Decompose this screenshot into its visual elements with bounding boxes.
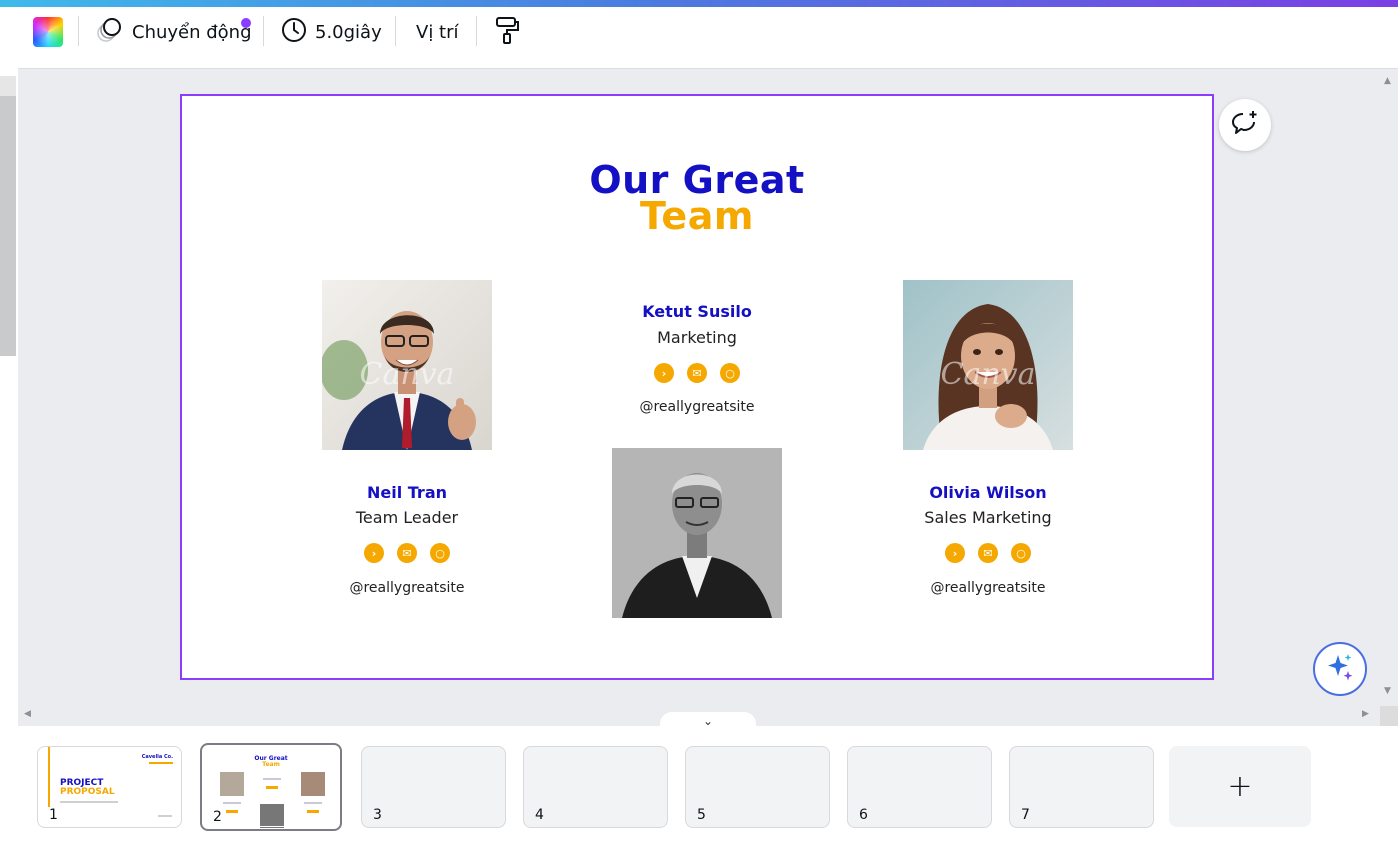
member-role[interactable]: Marketing [597, 328, 797, 347]
member-photo-ketut[interactable] [612, 448, 782, 618]
thumb-icon-row [226, 810, 238, 813]
magic-assistant-button[interactable] [1313, 642, 1367, 696]
clock-icon [281, 17, 307, 48]
duration-button[interactable]: 5.0giây [281, 14, 382, 50]
thumb-brand: Cavella Co. [141, 754, 173, 760]
thumb-photo [220, 772, 244, 796]
member-handle[interactable]: @reallygreatsite [307, 580, 507, 596]
thumb-text-line [304, 802, 322, 804]
member-social-icons: › ✉ ○ [597, 363, 797, 383]
scroll-down-arrow-icon[interactable]: ▼ [1384, 686, 1391, 696]
thumb-text-line [158, 815, 172, 817]
copy-style-button[interactable] [494, 14, 520, 50]
position-label: Vị trí [416, 21, 459, 43]
arrow-icon[interactable]: › [945, 543, 965, 563]
mail-icon[interactable]: ✉ [687, 363, 707, 383]
animate-label: Chuyển động [132, 21, 252, 43]
comment-plus-icon [1231, 110, 1259, 140]
toolbar-divider [395, 16, 396, 46]
user-icon[interactable]: ○ [1011, 543, 1031, 563]
member-role[interactable]: Sales Marketing [888, 508, 1088, 527]
add-comment-button[interactable] [1219, 99, 1271, 151]
page-number: 5 [697, 807, 706, 823]
page-number: 4 [535, 807, 544, 823]
thumb-accent-line [48, 747, 50, 807]
thumb-photo [260, 804, 284, 828]
page-thumbnail-1[interactable]: Cavella Co. PROJECT PROPOSAL 1 [37, 746, 182, 828]
thumb-title-sub: PROPOSAL [60, 787, 115, 797]
page-thumbnail-6[interactable]: 6 [847, 746, 992, 828]
thumb-brand-underline [149, 762, 173, 764]
canva-watermark: Canva [940, 356, 1036, 392]
toolbar-divider [78, 16, 79, 46]
user-icon[interactable]: ○ [720, 363, 740, 383]
animate-button[interactable]: Chuyển động [96, 14, 252, 50]
member-name[interactable]: Ketut Susilo [597, 302, 797, 321]
vertical-scrollbar[interactable]: ▲ ▼ [1380, 70, 1398, 706]
thumb-text-line [60, 801, 118, 803]
paint-roller-icon [494, 15, 520, 50]
left-scroll-up[interactable] [0, 76, 16, 96]
page-thumbnail-2[interactable]: Our Great Team 2 [200, 743, 342, 831]
member-name[interactable]: Neil Tran [307, 483, 507, 502]
thumb-icon-row [307, 810, 319, 813]
chevron-down-icon: ⌄ [702, 714, 714, 728]
toolbar-divider [263, 16, 264, 46]
member-role[interactable]: Team Leader [307, 508, 507, 527]
thumb-title-sub: Team [262, 761, 280, 768]
scroll-left-arrow-icon[interactable]: ◀ [24, 709, 31, 719]
scroll-up-arrow-icon[interactable]: ▲ [1384, 76, 1391, 86]
slide-subtitle[interactable]: Team [182, 194, 1212, 238]
page-number: 1 [49, 807, 58, 823]
member-social-icons: › ✉ ○ [307, 543, 507, 563]
mail-icon[interactable]: ✉ [978, 543, 998, 563]
top-gradient-bar [0, 0, 1398, 7]
thumb-text-line [263, 778, 281, 780]
page-thumbnail-3[interactable]: 3 [361, 746, 506, 828]
member-photo-neil[interactable]: Canva [322, 280, 492, 450]
page-number: 2 [213, 809, 222, 825]
canva-watermark: Canva [359, 356, 455, 392]
toolbar-divider [476, 16, 477, 46]
duration-label: 5.0giây [315, 21, 382, 43]
thumb-photo [301, 772, 325, 796]
page-thumbnail-4[interactable]: 4 [523, 746, 668, 828]
mail-icon[interactable]: ✉ [397, 543, 417, 563]
scrollbar-corner [1380, 706, 1398, 726]
add-page-button[interactable]: + [1169, 746, 1311, 827]
scroll-right-arrow-icon[interactable]: ▶ [1362, 709, 1369, 719]
user-icon[interactable]: ○ [430, 543, 450, 563]
plus-icon: + [1227, 769, 1253, 804]
member-photo-olivia[interactable]: Canva [903, 280, 1073, 450]
arrow-icon[interactable]: › [654, 363, 674, 383]
thumb-text-line [223, 802, 241, 804]
color-picker-button[interactable] [33, 17, 63, 47]
page-thumbnail-5[interactable]: 5 [685, 746, 830, 828]
member-handle[interactable]: @reallygreatsite [888, 580, 1088, 596]
member-handle[interactable]: @reallygreatsite [597, 399, 797, 415]
slide-canvas[interactable]: Our Great Team Canva Canva Neil Tran Tea… [180, 94, 1214, 680]
page-number: 3 [373, 807, 382, 823]
toggle-pages-strip-button[interactable]: ⌄ [660, 712, 756, 730]
thumb-icon-row [266, 786, 278, 789]
position-button[interactable]: Vị trí [416, 14, 459, 50]
notification-dot [241, 18, 251, 28]
left-panel-scrollbar[interactable] [0, 76, 16, 356]
arrow-icon[interactable]: › [364, 543, 384, 563]
thumb-title: Our Great [254, 755, 288, 762]
member-social-icons: › ✉ ○ [888, 543, 1088, 563]
page-thumbnail-7[interactable]: 7 [1009, 746, 1154, 828]
member-name[interactable]: Olivia Wilson [888, 483, 1088, 502]
page-number: 6 [859, 807, 868, 823]
animate-icon [96, 17, 124, 48]
sparkle-icon [1325, 652, 1355, 686]
page-number: 7 [1021, 807, 1030, 823]
